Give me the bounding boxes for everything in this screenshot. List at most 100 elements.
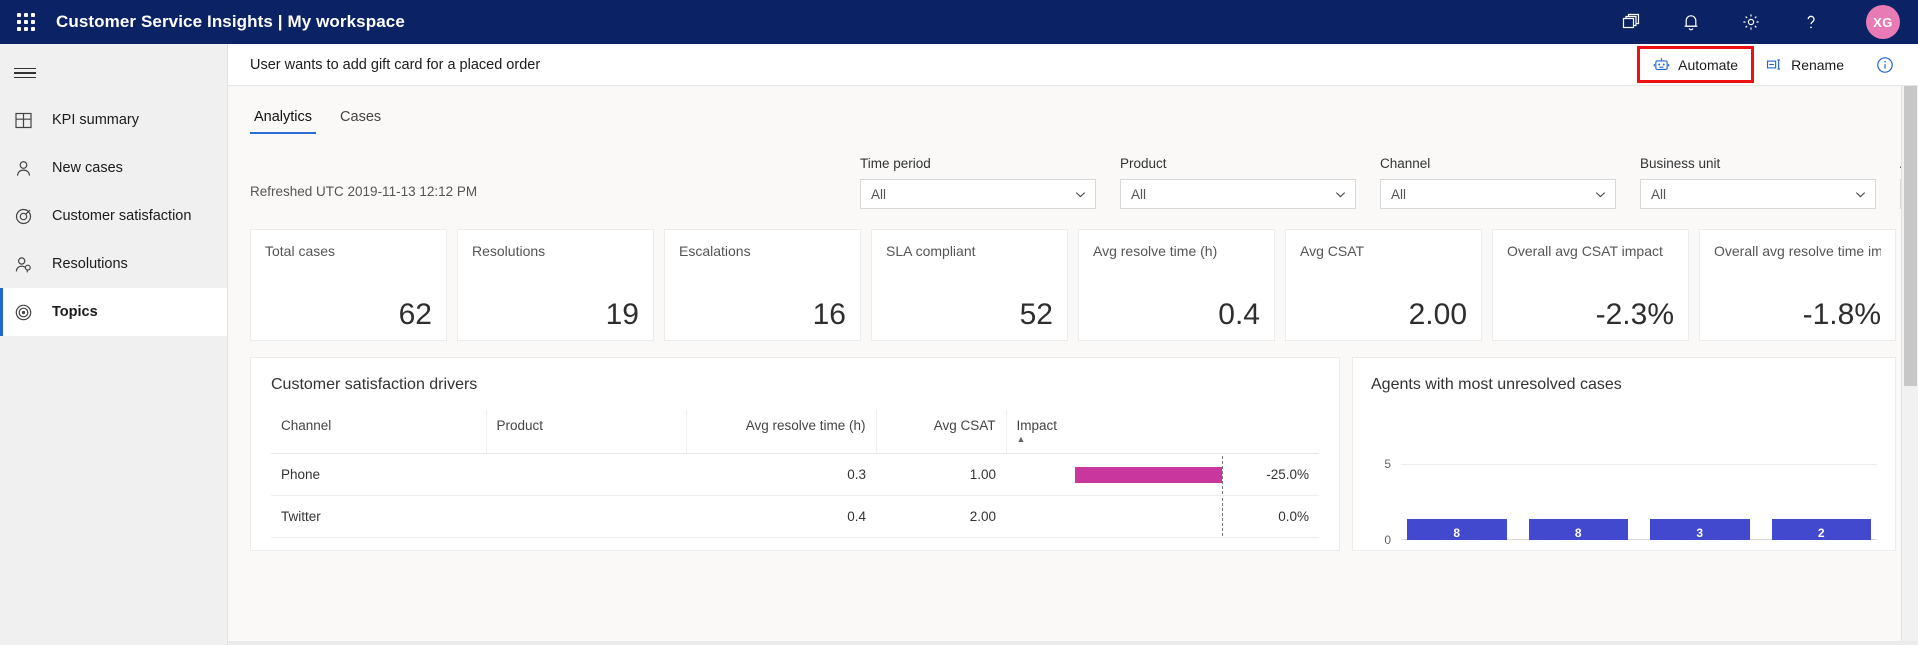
tab-cases[interactable]: Cases <box>336 109 385 134</box>
question-icon[interactable] <box>1798 9 1824 35</box>
chart-title: Agents with most unresolved cases <box>1371 376 1622 393</box>
vertical-scrollbar-thumb[interactable] <box>1904 86 1917 386</box>
hamburger-menu-icon[interactable] <box>0 50 227 96</box>
bar-column: 8 <box>1528 519 1628 540</box>
kpi-label: Avg resolve time (h) <box>1093 243 1218 259</box>
command-bar: User wants to add gift card for a placed… <box>228 44 1918 86</box>
sidebar-item-label: KPI summary <box>52 112 140 128</box>
robot-icon <box>1653 56 1670 73</box>
tab-analytics[interactable]: Analytics <box>250 109 317 134</box>
bar-3[interactable]: 3 <box>1650 519 1750 540</box>
sidebar-item-label: Resolutions <box>52 256 128 272</box>
column-header-channel[interactable]: Channel <box>271 410 487 454</box>
sidebar-item-resolutions[interactable]: Resolutions <box>0 240 227 288</box>
kpi-label: Overall avg resolve time impact <box>1714 243 1881 259</box>
y-tick-label: 0 <box>1384 533 1391 547</box>
agents-unresolved-cases-panel: Agents with most unresolved cases 5 0 8 … <box>1352 357 1896 551</box>
rename-button[interactable]: Rename <box>1754 50 1856 79</box>
drivers-table: Channel Product Avg resolve time (h) Avg… <box>271 410 1319 538</box>
column-header-impact[interactable]: Impact ▲ <box>1006 410 1319 454</box>
rename-icon <box>1766 56 1783 73</box>
chevron-down-icon <box>1334 188 1347 201</box>
sidebar-item-label: Customer satisfaction <box>52 208 192 224</box>
column-header-label: Channel <box>281 418 332 433</box>
bar-1[interactable]: 8 <box>1407 519 1507 540</box>
bar-value-label: 8 <box>1574 526 1582 540</box>
bar-4[interactable]: 2 <box>1771 519 1871 540</box>
gauge-icon <box>14 205 44 227</box>
kpi-value: 62 <box>398 298 432 331</box>
bar-value-label: 8 <box>1453 526 1461 540</box>
time-period-select[interactable]: All <box>860 179 1096 209</box>
filter-label: Business unit <box>1640 156 1721 171</box>
kpi-card-avg-csat[interactable]: Avg CSAT 2.00 <box>1285 229 1482 341</box>
cell-avg-csat: 1.00 <box>876 453 1006 496</box>
copy-layers-icon[interactable] <box>1618 9 1644 35</box>
kpi-card-sla-compliant[interactable]: SLA compliant 52 <box>871 229 1068 341</box>
waffle-grid-icon[interactable] <box>8 4 44 40</box>
avatar[interactable]: XG <box>1866 5 1900 39</box>
filter-channel: Channel All <box>1380 156 1616 209</box>
sidebar-item-topics[interactable]: Topics <box>0 288 227 336</box>
y-axis: 5 0 <box>1371 410 1397 550</box>
kpi-card-escalations[interactable]: Escalations 16 <box>664 229 861 341</box>
automate-button[interactable]: Automate <box>1637 46 1755 83</box>
channel-select[interactable]: All <box>1380 179 1616 209</box>
filter-time-period: Time period All <box>860 156 1096 209</box>
kpi-label: SLA compliant <box>886 243 976 259</box>
sidebar-item-new-cases[interactable]: New cases <box>0 144 227 192</box>
column-header-product[interactable]: Product <box>486 410 687 454</box>
column-header-label: Impact <box>1016 418 1058 433</box>
vertical-scrollbar[interactable] <box>1901 86 1918 645</box>
bar-column: 8 <box>1407 519 1507 540</box>
kpi-label: Avg CSAT <box>1300 243 1365 259</box>
kpi-card-avg-resolve-time[interactable]: Avg resolve time (h) 0.4 <box>1078 229 1275 341</box>
sidebar-item-customer-satisfaction[interactable]: Customer satisfaction <box>0 192 227 240</box>
topics-radar-icon <box>14 301 44 323</box>
select-value: All <box>1391 186 1407 202</box>
bottom-scroll-strip[interactable] <box>228 641 1918 645</box>
bar-value-label: 2 <box>1817 526 1825 540</box>
sidebar-item-label: Topics <box>52 304 98 320</box>
panel-title: Customer satisfaction drivers <box>271 376 478 393</box>
kpi-value: 2.00 <box>1408 298 1467 331</box>
gear-icon[interactable] <box>1738 9 1764 35</box>
column-header-label: Avg CSAT <box>933 418 996 433</box>
bell-icon[interactable] <box>1678 9 1704 35</box>
bar-value-label: 3 <box>1696 526 1704 540</box>
column-header-avg-resolve-time[interactable]: Avg resolve time (h) <box>686 410 877 454</box>
impact-value: 0.0% <box>1278 509 1309 524</box>
impact-bar-wrap: -25.0% <box>1006 455 1319 494</box>
kpi-card-overall-avg-resolve-time-impact[interactable]: Overall avg resolve time impact -1.8% <box>1699 229 1896 341</box>
person-check-icon <box>14 253 44 275</box>
business-unit-select[interactable]: All <box>1640 179 1876 209</box>
tab-bar: Analytics Cases <box>228 86 1918 134</box>
kpi-card-total-cases[interactable]: Total cases 62 <box>250 229 447 341</box>
column-header-avg-csat[interactable]: Avg CSAT <box>876 410 1007 454</box>
info-circle-icon[interactable] <box>1860 50 1904 80</box>
filter-business-unit: Business unit All <box>1640 156 1876 209</box>
bar-column: 2 <box>1771 519 1871 540</box>
kpi-label: Escalations <box>679 243 751 259</box>
impact-bar <box>1074 466 1222 483</box>
column-header-label: Product <box>496 418 544 433</box>
refreshed-timestamp: Refreshed UTC 2019-11-13 12:12 PM <box>250 184 478 199</box>
command-bar-actions: Automate Rename <box>1637 46 1904 83</box>
cell-channel: Twitter <box>271 495 486 538</box>
product-select[interactable]: All <box>1120 179 1356 209</box>
sidebar-item-kpi-summary[interactable]: KPI summary <box>0 96 227 144</box>
kpi-label: Total cases <box>265 243 336 259</box>
bar-2[interactable]: 8 <box>1528 519 1628 540</box>
cell-avg-csat: 2.00 <box>876 495 1006 538</box>
kpi-value: 0.4 <box>1218 298 1260 331</box>
impact-value: -25.0% <box>1266 467 1309 482</box>
kpi-value: 16 <box>812 298 846 331</box>
kpi-card-overall-avg-csat-impact[interactable]: Overall avg CSAT impact -2.3% <box>1492 229 1689 341</box>
cell-product <box>486 453 686 496</box>
person-icon <box>14 157 44 179</box>
table-row[interactable]: Phone 0.3 1.00 -25.0% <box>271 453 1319 496</box>
kpi-card-resolutions[interactable]: Resolutions 19 <box>457 229 654 341</box>
kpi-value: -1.8% <box>1802 298 1881 331</box>
filter-product: Product All <box>1120 156 1356 209</box>
table-row[interactable]: Twitter 0.4 2.00 0.0% <box>271 495 1319 538</box>
